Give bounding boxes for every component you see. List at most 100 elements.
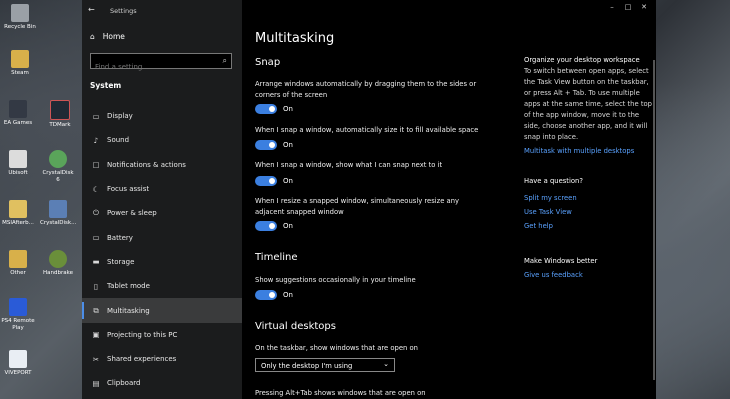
desktop-icon-crystaldisk-info[interactable]: CrystalDisk...: [40, 200, 76, 227]
home-icon: ⌂: [90, 32, 95, 41]
sidebar-item-sound[interactable]: ♪ Sound: [82, 128, 242, 152]
search-box[interactable]: ⌕: [90, 53, 232, 71]
ubisoft-icon: [9, 150, 27, 168]
toggle-switch[interactable]: [255, 290, 277, 300]
home-link[interactable]: ⌂ Home: [90, 32, 125, 41]
sidebar-item-display[interactable]: ▭ Display: [82, 104, 242, 128]
toggle-switch[interactable]: [255, 104, 277, 114]
toggle-switch[interactable]: [255, 140, 277, 150]
sidebar-item-label: Display: [107, 112, 133, 121]
sidebar-item-projecting[interactable]: ▣ Projecting to this PC: [82, 323, 242, 347]
feedback-link[interactable]: Give us feedback: [524, 270, 652, 281]
toggle-switch[interactable]: [255, 176, 277, 186]
sidebar-item-label: Multitasking: [107, 306, 150, 315]
desktop-icon-other[interactable]: Other: [0, 250, 36, 277]
tdmark-icon: [50, 100, 70, 120]
folder-icon: [9, 200, 27, 218]
desktop-icon-recycle-bin[interactable]: Recycle Bin: [2, 4, 38, 31]
minimize-button[interactable]: –: [604, 3, 620, 11]
snap-arrange-toggle[interactable]: On: [255, 104, 293, 114]
sidebar-nav: ▭ Display ♪ Sound ▢ Notifications & acti…: [82, 104, 242, 396]
timeline-toggle[interactable]: On: [255, 290, 293, 300]
timeline-heading: Timeline: [255, 252, 298, 263]
virtual-desktops-heading: Virtual desktops: [255, 321, 336, 332]
sidebar-item-label: Shared experiences: [107, 355, 177, 364]
scrollbar[interactable]: [653, 60, 655, 380]
desktop-icon-ea-games[interactable]: EA Games: [0, 100, 36, 127]
sidebar-item-storage[interactable]: ▬ Storage: [82, 250, 242, 274]
taskbar-windows-label: On the taskbar, show windows that are op…: [255, 344, 418, 352]
crystaldisk-icon: [49, 150, 67, 168]
desktop-icon-steam[interactable]: Steam: [2, 50, 38, 77]
notifications-icon: ▢: [92, 160, 100, 170]
maximize-button[interactable]: □: [620, 3, 636, 11]
sidebar-item-label: Sound: [107, 136, 130, 145]
storage-icon: ▬: [92, 257, 100, 267]
search-input[interactable]: [95, 63, 205, 71]
close-button[interactable]: ✕: [636, 3, 652, 11]
split-screen-link[interactable]: Split my screen: [524, 193, 652, 204]
question-heading: Have a question?: [524, 177, 583, 185]
viveport-icon: [9, 350, 27, 368]
organize-heading: Organize your desktop workspace: [524, 56, 640, 64]
snap-option-arrange-text: Arrange windows automatically by draggin…: [255, 80, 477, 99]
multitask-link[interactable]: Multitask with multiple desktops: [524, 146, 652, 157]
ps4-remote-play-icon: [9, 298, 27, 316]
crystaldisk-icon: [49, 200, 67, 218]
multitasking-icon: ⧉: [93, 305, 99, 315]
sidebar-item-label: Clipboard: [107, 379, 141, 388]
toggle-switch[interactable]: [255, 221, 277, 231]
display-icon: ▭: [92, 111, 100, 121]
desktop-icon-viveport[interactable]: VIVEPORT: [0, 350, 36, 377]
desktop-icon-handbrake[interactable]: Handbrake: [40, 250, 76, 277]
toggle-state: On: [283, 177, 293, 185]
title-bar: ← Settings: [82, 0, 242, 22]
home-label: Home: [102, 32, 125, 41]
snap-resize-toggle[interactable]: On: [255, 221, 293, 231]
snap-show-next-toggle[interactable]: On: [255, 176, 293, 186]
sound-icon: ♪: [93, 135, 99, 145]
get-help-link[interactable]: Get help: [524, 221, 652, 232]
toggle-state: On: [283, 105, 293, 113]
power-icon: ⏻: [93, 208, 99, 218]
alttab-windows-label: Pressing Alt+Tab shows windows that are …: [255, 389, 426, 397]
search-icon[interactable]: ⌕: [223, 56, 227, 66]
sidebar: ← Settings ⌂ Home ⌕ System ▭ Display ♪ S…: [82, 0, 242, 399]
sidebar-item-label: Focus assist: [107, 185, 150, 194]
handbrake-icon: [49, 250, 67, 268]
sidebar-item-power-sleep[interactable]: ⏻ Power & sleep: [82, 201, 242, 225]
snap-option-fill-text: When I snap a window, automatically size…: [255, 126, 479, 134]
focus-assist-icon: ☾: [92, 184, 100, 194]
folder-icon: [11, 50, 29, 68]
ea-games-icon: [9, 100, 27, 118]
snap-option-show-next-text: When I snap a window, show what I can sn…: [255, 161, 443, 169]
back-arrow-icon[interactable]: ←: [88, 5, 95, 14]
sidebar-item-clipboard[interactable]: ▤ Clipboard: [82, 371, 242, 395]
sidebar-item-battery[interactable]: ▭ Battery: [82, 225, 242, 249]
better-heading: Make Windows better: [524, 257, 598, 265]
sidebar-item-tablet-mode[interactable]: ▯ Tablet mode: [82, 274, 242, 298]
sidebar-item-multitasking[interactable]: ⧉ Multitasking: [82, 298, 242, 323]
window-title: Settings: [110, 7, 137, 15]
chevron-down-icon: ⌄: [383, 360, 389, 368]
sidebar-item-label: Battery: [107, 233, 133, 242]
snap-fill-toggle[interactable]: On: [255, 140, 293, 150]
sidebar-item-focus-assist[interactable]: ☾ Focus assist: [82, 177, 242, 201]
sidebar-item-label: Power & sleep: [107, 209, 157, 218]
clipboard-icon: ▤: [92, 378, 100, 388]
desktop-icon-tdmark[interactable]: TDMark: [42, 100, 78, 129]
taskbar-windows-dropdown[interactable]: Only the desktop I'm using ⌄: [255, 358, 395, 372]
dropdown-value: Only the desktop I'm using: [261, 362, 353, 370]
sidebar-item-shared-experiences[interactable]: ✂ Shared experiences: [82, 347, 242, 371]
task-view-link[interactable]: Use Task View: [524, 207, 652, 218]
desktop-icon-crystaldisk-6[interactable]: CrystalDisk 6: [40, 150, 76, 184]
sidebar-item-notifications[interactable]: ▢ Notifications & actions: [82, 153, 242, 177]
desktop-icon-ps4-remote-play[interactable]: PS4 Remote Play: [0, 298, 36, 332]
toggle-state: On: [283, 141, 293, 149]
desktop-icon-ubisoft[interactable]: Ubisoft: [0, 150, 36, 177]
recycle-bin-icon: [11, 4, 29, 22]
projecting-icon: ▣: [92, 330, 100, 340]
snap-heading: Snap: [255, 57, 281, 68]
desktop-icon-msiafterburner[interactable]: MSIAfterb...: [0, 200, 36, 227]
sidebar-item-label: Notifications & actions: [107, 160, 186, 169]
